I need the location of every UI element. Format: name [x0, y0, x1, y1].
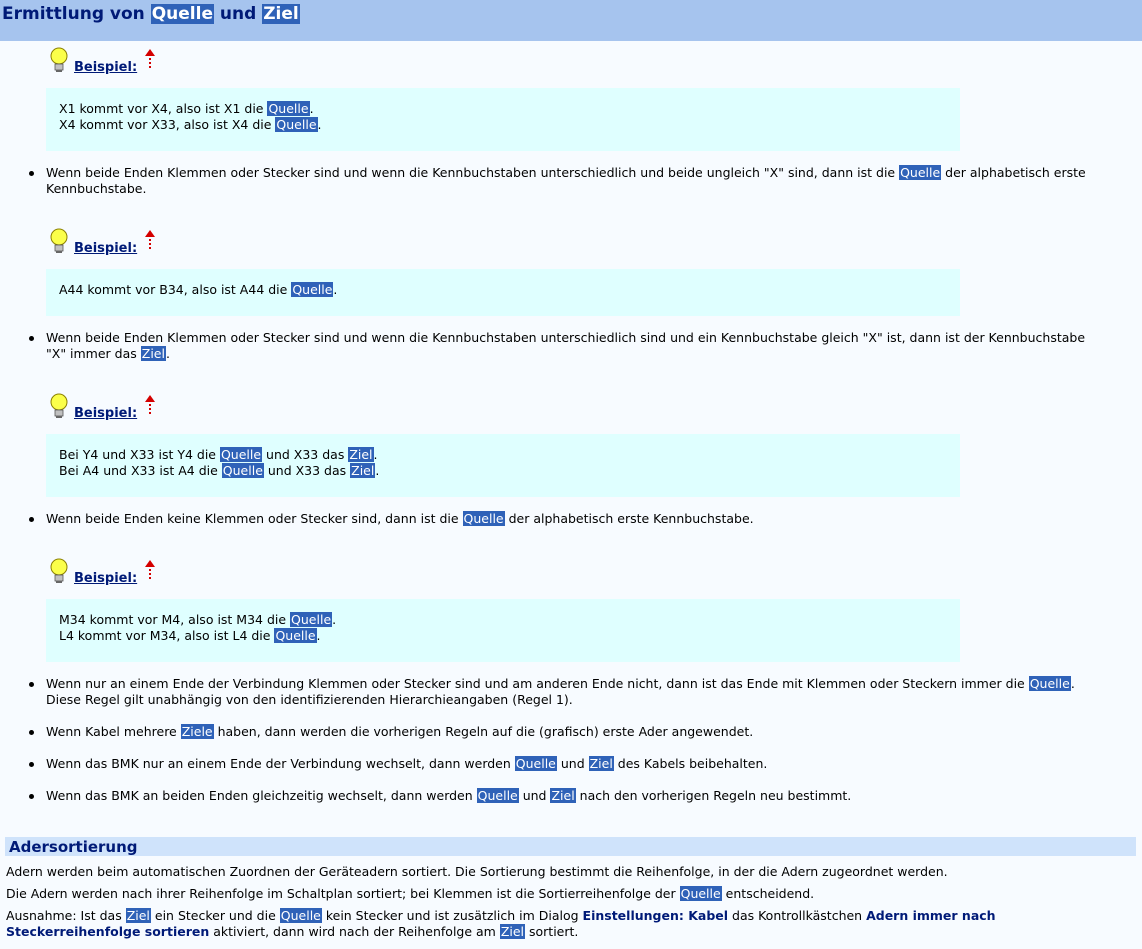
highlight-term: Ziel	[262, 4, 300, 24]
example-box: A44 kommt vor B34, also ist A44 die Quel…	[46, 269, 960, 316]
up-arrow-icon[interactable]	[145, 49, 155, 71]
title-bar: Ermittlung von Quelle und Ziel	[0, 0, 1142, 41]
highlight-term: Quelle	[291, 282, 334, 297]
highlight-term: Quelle	[275, 117, 318, 132]
paragraph: Die Adern werden nach ihrer Reihenfolge …	[6, 886, 815, 901]
example-line: Bei A4 und X33 ist A4 die Quelle und X33…	[59, 463, 380, 478]
list-item: Wenn nur an einem Ende der Verbindung Kl…	[29, 676, 1136, 708]
example-line: A44 kommt vor B34, also ist A44 die Quel…	[59, 282, 338, 297]
paragraph: Ausnahme: Ist das Ziel ein Stecker und d…	[6, 908, 996, 939]
bullet-icon	[29, 730, 34, 735]
highlight-term: Quelle	[219, 447, 263, 462]
example-toggle-link[interactable]: Beispiel:	[74, 406, 137, 422]
example-line: L4 kommt vor M34, also ist L4 die Quelle…	[59, 628, 321, 643]
example-line: X1 kommt vor X4, also ist X1 die Quelle.	[59, 101, 314, 116]
highlight-term: Ziel	[588, 756, 614, 771]
title-text: und	[213, 4, 263, 24]
dialog-reference: Einstellungen: Kabel	[582, 908, 729, 923]
bullet-icon	[29, 762, 34, 767]
bullet-icon	[29, 794, 34, 799]
highlight-term: Quelle	[267, 101, 310, 116]
page-title: Ermittlung von Quelle und Ziel	[2, 4, 300, 24]
example-toggle-link[interactable]: Beispiel:	[74, 571, 137, 587]
up-arrow-icon[interactable]	[145, 230, 155, 252]
list-item: Wenn beide Enden Klemmen oder Stecker si…	[29, 165, 1136, 197]
lightbulb-icon	[50, 228, 68, 253]
section-title: Adersortierung	[9, 838, 138, 856]
highlight-term: Ziel	[348, 447, 374, 462]
lightbulb-icon	[50, 558, 68, 583]
paragraph: Adern werden beim automatischen Zuordnen…	[6, 864, 948, 879]
highlight-term: Quelle	[899, 165, 942, 180]
example-line: Bei Y4 und X33 ist Y4 die Quelle und X33…	[59, 447, 378, 462]
bullet-icon	[29, 171, 34, 176]
highlight-term: Quelle	[476, 788, 519, 803]
list-item: Wenn das BMK nur an einem Ende der Verbi…	[29, 756, 1136, 772]
highlight-term: Ziel	[350, 463, 376, 478]
highlight-term: Quelle	[679, 886, 722, 901]
up-arrow-icon[interactable]	[145, 560, 155, 582]
bullet-icon	[29, 517, 34, 522]
title-text: Ermittlung von	[2, 4, 151, 24]
list-item: Wenn beide Enden keine Klemmen oder Stec…	[29, 511, 1136, 527]
highlight-term: Quelle	[274, 628, 317, 643]
highlight-term: Quelle	[279, 908, 322, 923]
bullet-icon	[29, 336, 34, 341]
example-toggle-link[interactable]: Beispiel:	[74, 241, 137, 257]
highlight-term: Quelle	[221, 463, 264, 478]
example-line: M34 kommt vor M4, also ist M34 die Quell…	[59, 612, 337, 627]
checkbox-reference: Adern immer nach	[866, 908, 996, 923]
section-heading-bar: Adersortierung	[5, 837, 1136, 856]
highlight-term: Ziel	[125, 908, 151, 923]
highlight-term: Quelle	[1028, 676, 1071, 691]
list-item: Wenn Kabel mehrere Ziele haben, dann wer…	[29, 724, 1136, 740]
highlight-term: Ziel	[550, 788, 576, 803]
lightbulb-icon	[50, 47, 68, 72]
up-arrow-icon[interactable]	[145, 395, 155, 417]
highlight-term: Quelle	[150, 4, 214, 24]
checkbox-reference: Steckerreihenfolge sortieren	[6, 924, 210, 939]
lightbulb-icon	[50, 393, 68, 418]
bullet-icon	[29, 682, 34, 687]
highlight-term: Ziel	[499, 924, 526, 939]
highlight-term: Quelle	[462, 511, 505, 526]
example-box: M34 kommt vor M4, also ist M34 die Quell…	[46, 599, 960, 662]
example-box: Bei Y4 und X33 ist Y4 die Quelle und X33…	[46, 434, 960, 497]
highlight-term: Quelle	[514, 756, 557, 771]
highlight-term: Ziele	[180, 724, 214, 739]
example-toggle-link[interactable]: Beispiel:	[74, 60, 137, 76]
list-item: Wenn beide Enden Klemmen oder Stecker si…	[29, 330, 1136, 362]
example-box: X1 kommt vor X4, also ist X1 die Quelle.…	[46, 88, 960, 151]
list-item: Wenn das BMK an beiden Enden gleichzeiti…	[29, 788, 1136, 804]
highlight-term: Ziel	[140, 346, 166, 361]
example-line: X4 kommt vor X33, also ist X4 die Quelle…	[59, 117, 322, 132]
highlight-term: Quelle	[290, 612, 333, 627]
